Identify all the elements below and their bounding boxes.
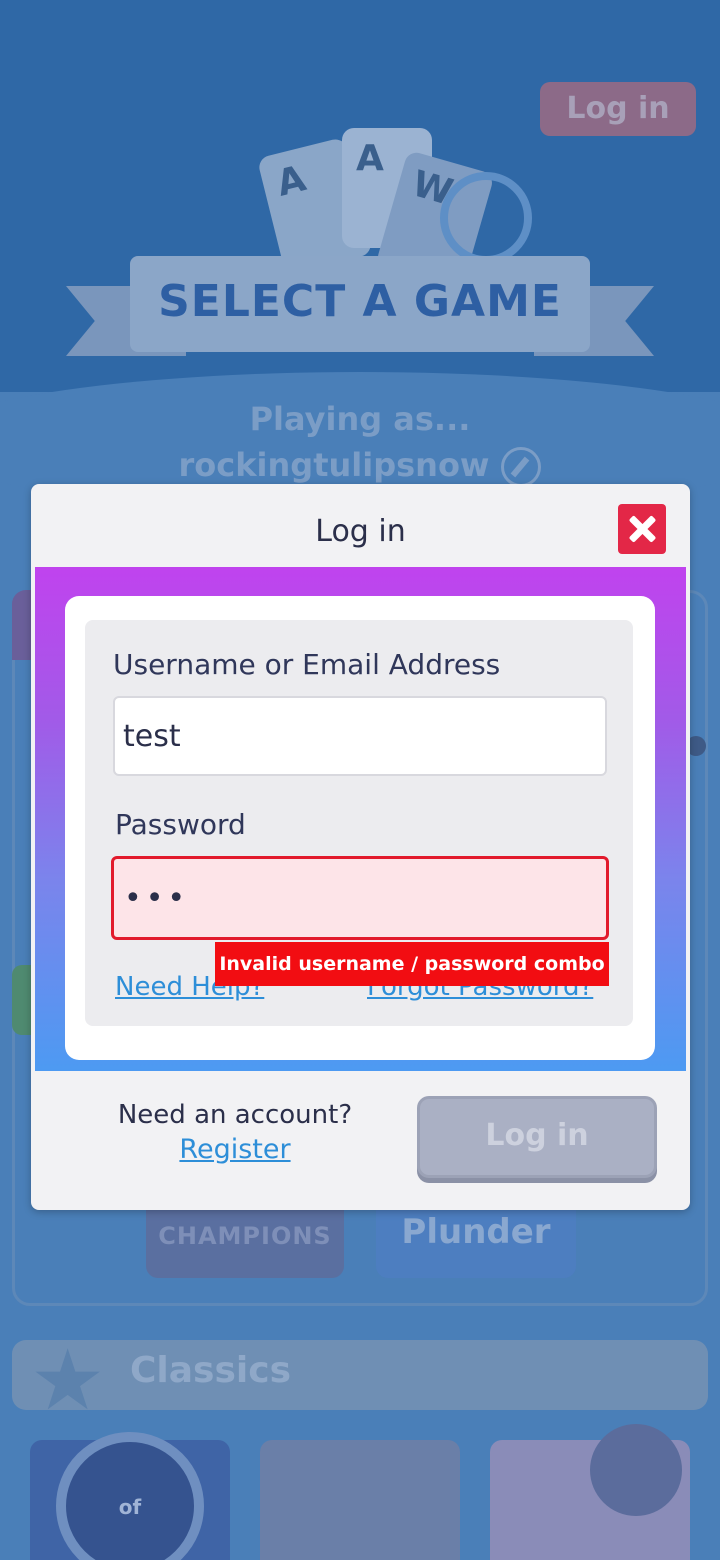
game-thumb-solitaire [260, 1440, 460, 1560]
need-account-text: Need an account? [117, 1100, 353, 1130]
playing-as-label: Playing as... [249, 400, 471, 438]
background-login-button: Log in [540, 82, 696, 136]
error-message: Invalid username / password combo [215, 942, 609, 986]
username-display: rockingtulipsnow [0, 446, 720, 487]
classics-section-header [12, 1340, 708, 1410]
classics-section-title: Classics [130, 1350, 292, 1391]
login-modal: Log in Username or Email Address Passwor… [31, 484, 690, 1210]
game-thumb-badge [590, 1424, 682, 1516]
star-icon: ★ [30, 1331, 106, 1429]
select-game-banner: SELECT A GAME [66, 256, 654, 368]
password-input[interactable] [111, 856, 609, 940]
ring-icon [440, 172, 532, 264]
edit-icon [501, 447, 542, 487]
register-link[interactable]: Register [95, 1134, 375, 1165]
username-label: Username or Email Address [113, 648, 501, 681]
login-submit-button[interactable]: Log in [417, 1096, 657, 1178]
password-label: Password [115, 808, 246, 841]
close-icon[interactable] [618, 504, 666, 554]
username-input[interactable] [113, 696, 607, 776]
username-text: rockingtulipsnow [178, 446, 490, 484]
banner-title: SELECT A GAME [158, 276, 562, 327]
modal-title: Log in [315, 514, 406, 549]
game-thumb-wheel-label: of [118, 1495, 142, 1519]
game-tile-champions-label: CHAMPIONS [158, 1222, 332, 1250]
game-tile-plunder-label: Plunder [401, 1212, 551, 1252]
